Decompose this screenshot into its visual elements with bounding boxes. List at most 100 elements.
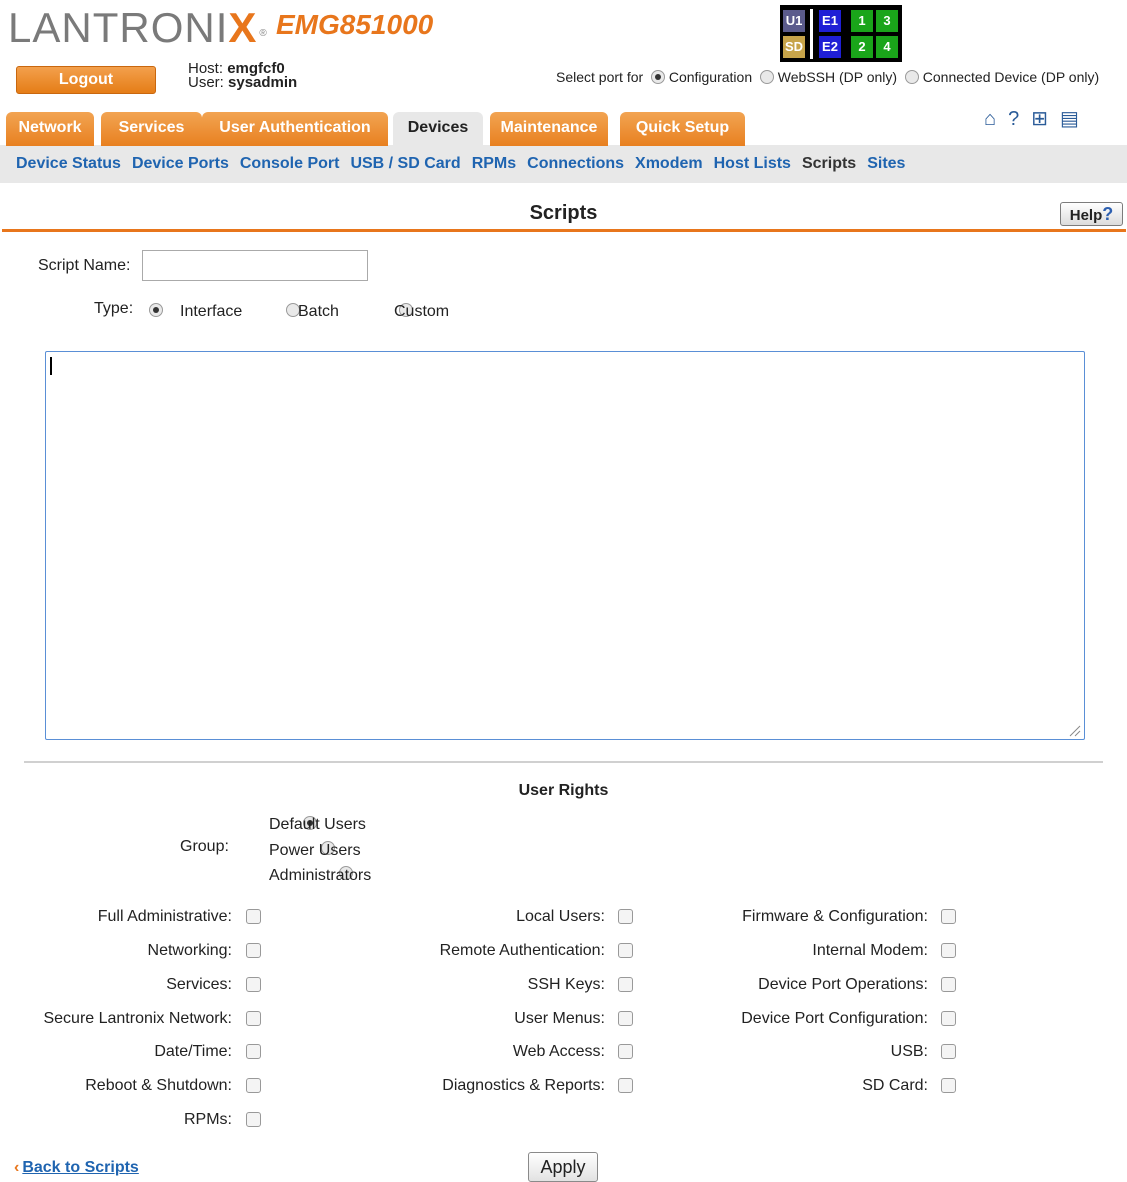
port-option-webssh: WebSSH (DP only) [777, 69, 898, 85]
subnav-device-ports[interactable]: Device Ports [132, 155, 229, 172]
chevron-left-icon: ‹ [14, 1159, 20, 1176]
checkbox-device-port-configuration[interactable] [941, 1011, 956, 1026]
type-label: Type: [94, 300, 134, 317]
right-label-web-access: Web Access: [512, 1043, 605, 1060]
right-label-full-administrative: Full Administrative: [97, 908, 232, 925]
resize-grip-icon[interactable] [1067, 723, 1081, 737]
checkbox-diagnostics-reports[interactable] [618, 1078, 633, 1093]
type-option-batch: Batch [298, 303, 339, 320]
checkbox-sd-card[interactable] [941, 1078, 956, 1093]
brand-logo: LANTRONIX ® [8, 2, 268, 54]
device-model: EMG851000 [276, 9, 434, 40]
right-label-services: Services: [166, 976, 232, 993]
home-icon[interactable]: ⌂ [984, 108, 996, 130]
right-label-date-time: Date/Time: [154, 1043, 232, 1060]
status-cell-u1: U1 [783, 10, 805, 32]
logout-button[interactable]: Logout [16, 66, 156, 94]
brand-logo-x: X [228, 4, 258, 51]
port-select-label: Select port for [556, 69, 644, 85]
toolbar-icons: ⌂? ⊞ ▤ [984, 106, 1091, 131]
port-status-grid: U1 SD E1 E2 1 2 3 4 [780, 5, 902, 62]
checkbox-device-port-operations[interactable] [941, 977, 956, 992]
right-label-sd-card: SD Card: [862, 1077, 928, 1094]
subnav-usb-sd-card[interactable]: USB / SD Card [350, 155, 460, 172]
right-label-reboot-shutdown: Reboot & Shutdown: [85, 1077, 232, 1094]
user-value: sysadmin [228, 74, 298, 91]
port-radio-configuration[interactable] [650, 70, 665, 84]
script-content-textarea[interactable] [45, 351, 1085, 740]
checkbox-internal-modem[interactable] [941, 943, 956, 958]
type-radio-interface[interactable] [149, 303, 163, 317]
right-label-secure-lantronix-network: Secure Lantronix Network: [43, 1010, 232, 1027]
status-divider [810, 9, 813, 59]
checkbox-ssh-keys[interactable] [618, 977, 633, 992]
back-to-scripts-link[interactable]: ‹ Back to Scripts [14, 1159, 139, 1177]
checkbox-secure-lantronix-network[interactable] [246, 1011, 261, 1026]
status-cell-4: 4 [876, 36, 898, 58]
brand-logo-text: LANTRONI [8, 4, 229, 51]
checkbox-full-administrative[interactable] [246, 909, 261, 924]
checkbox-usb[interactable] [941, 1044, 956, 1059]
type-option-custom: Custom [394, 303, 450, 320]
notes-icon[interactable]: ▤ [1060, 108, 1079, 130]
checkbox-networking[interactable] [246, 943, 261, 958]
status-cell-sd: SD [783, 36, 805, 58]
subnav-sites[interactable]: Sites [867, 155, 905, 172]
checkbox-date-time[interactable] [246, 1044, 261, 1059]
right-label-usb: USB: [890, 1043, 928, 1060]
right-label-networking: Networking: [147, 942, 232, 959]
group-option-default-users: Default Users [269, 816, 366, 833]
status-cell-3: 3 [876, 10, 898, 32]
right-label-diagnostics-reports: Diagnostics & Reports: [442, 1077, 605, 1094]
checkbox-services[interactable] [246, 977, 261, 992]
devices-subnav: Device Status Device Ports Console Port USB… [16, 155, 916, 173]
group-option-power-users: Power Users [269, 842, 361, 859]
brand-registered-mark: ® [259, 28, 268, 39]
checkbox-reboot-shutdown[interactable] [246, 1078, 261, 1093]
port-option-connected-device: Connected Device (DP only) [922, 69, 1100, 85]
tab-maintenance[interactable]: Maintenance [490, 112, 608, 146]
script-name-input[interactable] [142, 250, 368, 281]
sitemap-icon[interactable]: ⊞ [1031, 108, 1048, 130]
subnav-xmodem[interactable]: Xmodem [635, 155, 703, 172]
right-label-remote-authentication: Remote Authentication: [439, 942, 605, 959]
tab-network[interactable]: Network [6, 112, 94, 146]
group-label: Group: [180, 838, 229, 855]
tab-devices[interactable]: Devices [393, 112, 483, 146]
checkbox-rpms[interactable] [246, 1112, 261, 1127]
subnav-device-status[interactable]: Device Status [16, 155, 121, 172]
checkbox-local-users[interactable] [618, 909, 633, 924]
checkbox-web-access[interactable] [618, 1044, 633, 1059]
tab-services[interactable]: Services [101, 112, 202, 146]
user-label: User: [188, 74, 224, 91]
port-radio-connected-device[interactable] [904, 70, 919, 84]
question-icon[interactable]: ? [1008, 108, 1019, 130]
tab-user-authentication[interactable]: User Authentication [202, 112, 388, 146]
subnav-console-port[interactable]: Console Port [240, 155, 340, 172]
subnav-host-lists[interactable]: Host Lists [714, 155, 791, 172]
port-select: Select port for Configuration WebSSH (DP… [556, 68, 1099, 86]
right-label-firmware-configuration: Firmware & Configuration: [742, 908, 928, 925]
port-option-configuration: Configuration [668, 69, 753, 85]
right-label-ssh-keys: SSH Keys: [527, 976, 605, 993]
checkbox-user-menus[interactable] [618, 1011, 633, 1026]
right-label-user-menus: User Menus: [514, 1010, 605, 1027]
help-button[interactable]: Help? [1060, 202, 1123, 226]
status-cell-e2: E2 [819, 36, 841, 58]
checkbox-remote-authentication[interactable] [618, 943, 633, 958]
subnav-connections[interactable]: Connections [527, 155, 624, 172]
group-option-administrators: Administrators [269, 867, 372, 884]
page-title: Scripts [529, 202, 598, 224]
subnav-rpms[interactable]: RPMs [472, 155, 516, 172]
type-option-interface: Interface [180, 303, 243, 320]
port-radio-webssh[interactable] [759, 70, 774, 84]
help-mark: ? [1102, 204, 1114, 224]
tab-quick-setup[interactable]: Quick Setup [620, 112, 745, 146]
checkbox-firmware-configuration[interactable] [941, 909, 956, 924]
right-label-device-port-operations: Device Port Operations: [758, 976, 928, 993]
title-rule [2, 229, 1126, 232]
subnav-scripts[interactable]: Scripts [802, 155, 856, 172]
help-label: Help [1069, 207, 1103, 224]
status-cell-e1: E1 [819, 10, 841, 32]
apply-button[interactable]: Apply [528, 1152, 598, 1182]
